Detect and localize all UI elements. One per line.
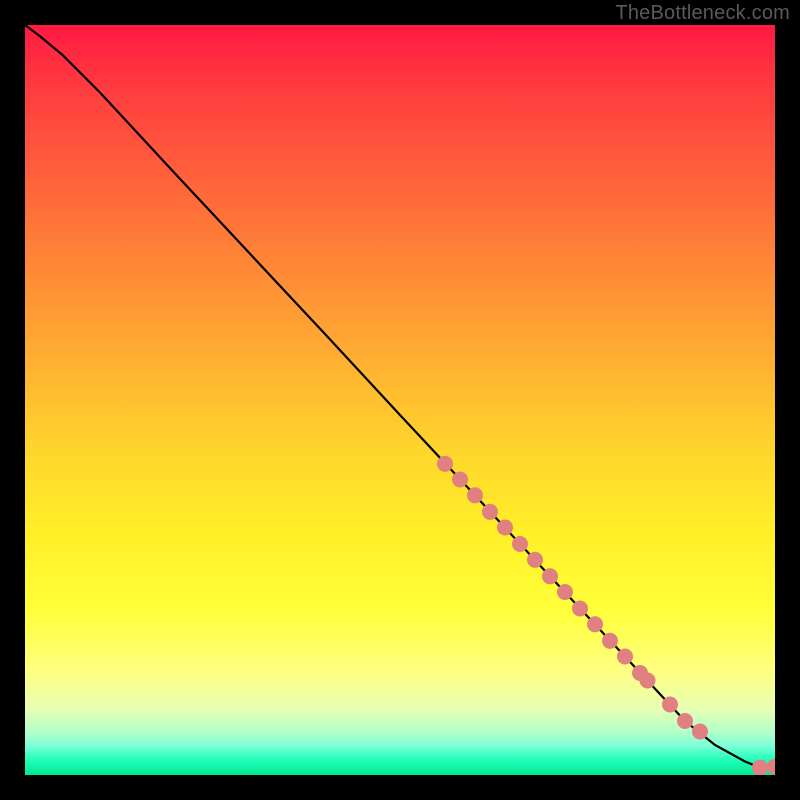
scatter-point xyxy=(640,673,656,689)
scatter-point xyxy=(452,472,468,488)
chart-overlay xyxy=(25,25,775,775)
scatter-point xyxy=(602,633,618,649)
scatter-point xyxy=(587,616,603,632)
scatter-point xyxy=(557,584,573,600)
scatter-point xyxy=(617,649,633,665)
scatter-point xyxy=(752,760,768,776)
scatter-markers xyxy=(437,456,775,775)
scatter-point xyxy=(677,713,693,729)
curve-line xyxy=(25,25,775,768)
scatter-point xyxy=(542,568,558,584)
scatter-point xyxy=(572,601,588,617)
scatter-point xyxy=(467,487,483,503)
scatter-point xyxy=(767,759,775,775)
scatter-point xyxy=(692,724,708,740)
scatter-point xyxy=(662,697,678,713)
scatter-point xyxy=(437,456,453,472)
watermark-text: TheBottleneck.com xyxy=(615,2,790,25)
scatter-point xyxy=(497,520,513,536)
scatter-point xyxy=(512,536,528,552)
scatter-point xyxy=(527,552,543,568)
chart-container: TheBottleneck.com xyxy=(0,0,800,800)
scatter-point xyxy=(482,504,498,520)
